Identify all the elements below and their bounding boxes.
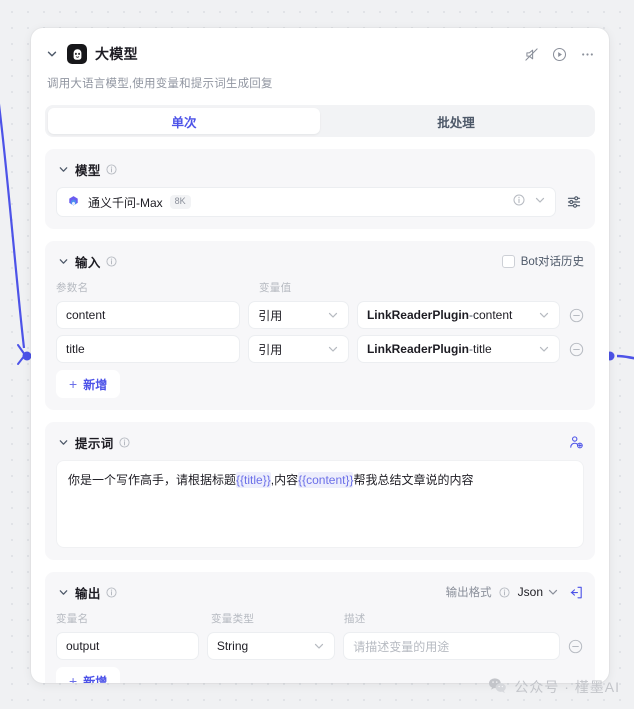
output-format-label: 输出格式 xyxy=(445,587,492,599)
input-ref-type-value: 引用 xyxy=(258,342,283,357)
prompt-section-chevron-down-icon[interactable] xyxy=(56,435,70,449)
bot-face-icon xyxy=(67,44,87,64)
input-row: title 引用 LinkReaderPlugin - title xyxy=(56,335,584,363)
model-settings-sliders-icon[interactable] xyxy=(564,192,584,212)
play-circle-icon[interactable] xyxy=(552,47,567,62)
output-format-select[interactable]: Json xyxy=(518,585,559,599)
output-format-value: Json xyxy=(517,585,543,599)
output-column-headers: 变量名 变量类型 描述 xyxy=(56,611,584,626)
incoming-edge-arrow xyxy=(17,344,26,365)
output-format-info-circle-icon[interactable] xyxy=(499,586,511,598)
input-source-field: content xyxy=(473,308,513,322)
input-ref-type-value: 引用 xyxy=(258,308,283,323)
incoming-edge-path xyxy=(0,103,26,349)
prompt-text-segment: ,内容 xyxy=(270,473,299,487)
model-section: 模型 通义千问-Max 8K xyxy=(45,149,595,229)
export-box-icon[interactable] xyxy=(569,585,584,600)
bot-history-label: Bot对话历史 xyxy=(520,256,584,268)
chevron-down-icon xyxy=(321,309,339,321)
prompt-textarea[interactable]: 你是一个写作高手，请根据标题{{title}},内容{{content}}帮我总… xyxy=(56,460,584,548)
node-header-actions xyxy=(524,42,595,66)
output-row: output String 请描述变量的用途 xyxy=(56,632,584,660)
node-header: 大模型 调用大语言模型,使用变量和提示词生成回复 xyxy=(31,28,609,91)
llm-node-card[interactable]: 大模型 调用大语言模型,使用变量和提示词生成回复 单次 批处理 模型 通义千问-… xyxy=(31,28,609,683)
add-input-row-button[interactable]: + 新增 xyxy=(56,370,121,398)
output-variable-type-select[interactable]: String xyxy=(206,632,336,660)
input-section: 输入 Bot对话历史 参数名 变量值 content 引用 LinkReader… xyxy=(45,241,595,410)
column-header-variable-name: 变量名 xyxy=(56,613,89,625)
mute-disabled-icon[interactable] xyxy=(524,47,539,62)
prompt-section: 提示词 你是一个写作高手，请根据标题{{title}},内容{{content}… xyxy=(45,422,595,560)
prompt-variable-token: {{title}} xyxy=(236,472,271,488)
add-output-row-label: 新增 xyxy=(83,674,108,684)
column-header-variable-type: 变量类型 xyxy=(211,613,255,625)
remove-output-row-minus-icon[interactable] xyxy=(568,638,584,654)
input-ref-type-select[interactable]: 引用 xyxy=(248,335,349,363)
input-variable-source-select[interactable]: LinkReaderPlugin - content xyxy=(356,301,560,329)
prompt-text-segment: 帮我总结文章说的内容 xyxy=(353,473,474,487)
ellipsis-icon[interactable] xyxy=(580,47,595,62)
model-section-title: 模型 xyxy=(75,163,101,178)
chevron-down-icon xyxy=(532,343,550,355)
input-info-circle-icon[interactable] xyxy=(106,255,118,267)
input-ref-type-select[interactable]: 引用 xyxy=(248,301,349,329)
model-chevron-down-icon[interactable] xyxy=(534,193,546,211)
input-section-chevron-down-icon[interactable] xyxy=(56,254,70,268)
remove-input-row-minus-icon[interactable] xyxy=(568,341,584,357)
collapse-node-chevron-down-icon[interactable] xyxy=(45,47,59,61)
node-description: 调用大语言模型,使用变量和提示词生成回复 xyxy=(47,78,273,90)
info-circle-icon[interactable] xyxy=(106,163,118,175)
model-section-chevron-down-icon[interactable] xyxy=(56,162,70,176)
input-param-name-field[interactable]: content xyxy=(56,301,241,329)
remove-input-row-minus-icon[interactable] xyxy=(568,307,584,323)
plus-icon: + xyxy=(69,376,78,392)
chevron-down-icon xyxy=(532,309,550,321)
plus-icon: + xyxy=(69,673,78,683)
output-description-placeholder: 请描述变量的用途 xyxy=(353,639,450,654)
output-description-field[interactable]: 请描述变量的用途 xyxy=(343,632,560,660)
prompt-section-title: 提示词 xyxy=(75,436,114,451)
tab-single-run[interactable]: 单次 xyxy=(48,108,320,134)
qwen-logo-icon xyxy=(66,195,81,210)
bot-history-checkbox-box xyxy=(501,254,515,268)
input-section-title: 输入 xyxy=(75,255,101,270)
column-header-param-name: 参数名 xyxy=(56,282,89,294)
model-selector[interactable]: 通义千问-Max 8K xyxy=(56,187,556,217)
column-header-description: 描述 xyxy=(344,613,366,625)
output-variable-name-field[interactable]: output xyxy=(56,632,199,660)
chevron-down-icon xyxy=(307,640,325,652)
input-source-plugin: LinkReaderPlugin xyxy=(366,342,469,356)
input-source-plugin: LinkReaderPlugin xyxy=(366,308,469,322)
model-info-circle-icon[interactable] xyxy=(513,193,525,211)
tab-batch-run[interactable]: 批处理 xyxy=(320,108,592,134)
prompt-text-segment: 你是一个写作高手，请根据标题 xyxy=(68,473,237,487)
add-output-row-button[interactable]: + 新增 xyxy=(56,667,121,684)
chevron-down-icon xyxy=(321,343,339,355)
user-persona-icon[interactable] xyxy=(569,435,584,450)
output-info-circle-icon[interactable] xyxy=(106,586,118,598)
prompt-info-circle-icon[interactable] xyxy=(119,436,131,448)
bot-history-checkbox[interactable]: Bot对话历史 xyxy=(501,253,584,269)
context-length-badge: 8K xyxy=(169,194,191,210)
input-param-name-field[interactable]: title xyxy=(56,335,241,363)
output-section-chevron-down-icon[interactable] xyxy=(56,585,70,599)
add-input-row-label: 新增 xyxy=(83,377,108,392)
outgoing-edge-path xyxy=(616,354,634,360)
model-name: 通义千问-Max xyxy=(88,195,163,210)
input-column-headers: 参数名 变量值 xyxy=(56,280,584,295)
input-variable-source-select[interactable]: LinkReaderPlugin - title xyxy=(356,335,560,363)
node-title: 大模型 xyxy=(95,46,138,62)
output-variable-type-value: String xyxy=(216,639,249,653)
mode-tabs: 单次 批处理 xyxy=(45,105,595,137)
column-header-variable-value: 变量值 xyxy=(259,282,292,294)
output-section: 输出 输出格式 Json 变量名 变量类型 描述 output String 请… xyxy=(45,572,595,683)
prompt-variable-token: {{content}} xyxy=(298,472,354,488)
input-source-field: title xyxy=(473,342,492,356)
input-row: content 引用 LinkReaderPlugin - content xyxy=(56,301,584,329)
output-section-title: 输出 xyxy=(75,586,101,601)
chevron-down-icon xyxy=(547,586,559,598)
